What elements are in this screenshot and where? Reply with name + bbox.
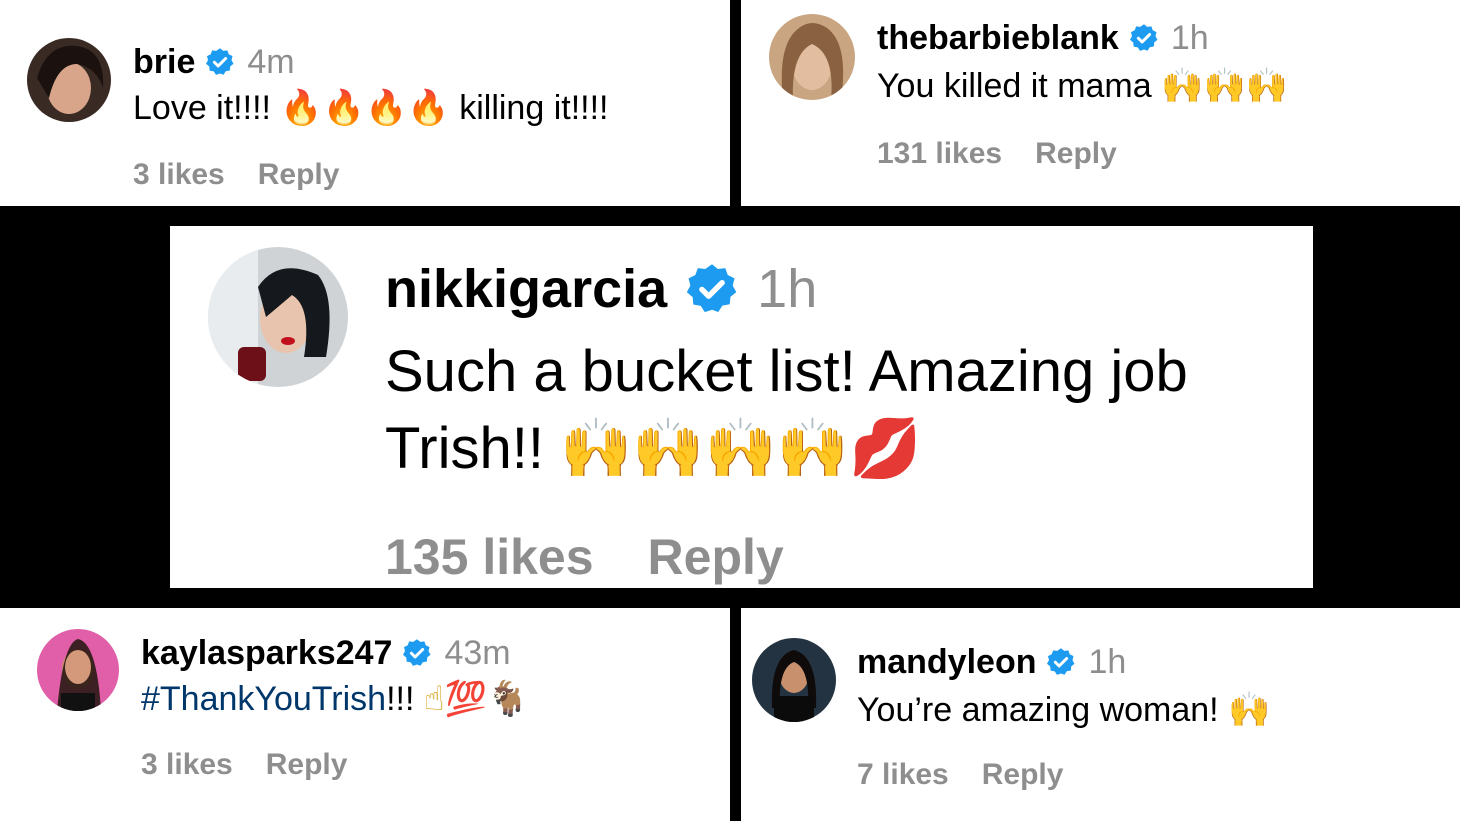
comment-panel-kayla: kaylasparks247 43m #ThankYouTrish!!! ☝💯🐐…: [0, 608, 730, 821]
comment-text-2: killing it!!!!: [459, 89, 609, 127]
raising-hands-emoji-icon: 🙌🙌🙌🙌: [560, 414, 849, 482]
timestamp: 1h: [1170, 18, 1209, 57]
verified-badge-icon: [402, 638, 432, 668]
comment-text: !!!: [386, 680, 415, 718]
verified-badge-icon: [205, 47, 235, 77]
verified-badge-icon: [1046, 647, 1076, 677]
avatar-brie[interactable]: [27, 38, 111, 122]
fire-emoji-icon: 🔥🔥🔥🔥: [280, 88, 450, 128]
likes-count[interactable]: 131 likes: [877, 137, 1002, 171]
comment-panel-barbie: thebarbieblank 1h You killed it mama 🙌🙌🙌…: [741, 0, 1460, 206]
timestamp: 4m: [247, 42, 295, 81]
likes-count[interactable]: 3 likes: [141, 748, 233, 782]
username[interactable]: nikkigarcia: [385, 258, 667, 320]
comment-text: Such a bucket list! Amazing job: [385, 339, 1188, 404]
comment-panel-nikki: nikkigarcia 1h Such a bucket list! Amazi…: [170, 226, 1313, 588]
likes-count[interactable]: 135 likes: [385, 528, 594, 586]
avatar-kayla[interactable]: [37, 629, 119, 711]
comment-panel-mandy: mandyleon 1h You’re amazing woman! 🙌 7 l…: [741, 608, 1460, 821]
reply-button[interactable]: Reply: [266, 748, 348, 782]
comment-text: You killed it mama: [877, 67, 1152, 105]
reply-button[interactable]: Reply: [258, 158, 340, 192]
kiss-mark-emoji-icon: 💋: [848, 414, 922, 482]
reply-button[interactable]: Reply: [648, 528, 784, 586]
username[interactable]: brie: [133, 43, 195, 82]
hashtag-link[interactable]: #ThankYouTrish: [141, 680, 386, 718]
avatar-nikki[interactable]: [208, 247, 348, 387]
raising-hands-emoji-icon: 🙌: [1228, 690, 1271, 730]
pointing-up-hundred-goat-emoji-icon: ☝💯🐐: [423, 679, 530, 719]
timestamp: 43m: [444, 633, 511, 672]
raising-hands-emoji-icon: 🙌🙌🙌: [1161, 66, 1289, 106]
username[interactable]: mandyleon: [857, 643, 1036, 682]
avatar-barbie[interactable]: [769, 14, 855, 100]
username[interactable]: kaylasparks247: [141, 634, 392, 673]
reply-button[interactable]: Reply: [1035, 137, 1117, 171]
likes-count[interactable]: 3 likes: [133, 158, 225, 192]
avatar-mandy[interactable]: [752, 638, 836, 722]
comment-text: You’re amazing woman!: [857, 691, 1219, 729]
username[interactable]: thebarbieblank: [877, 19, 1119, 58]
verified-badge-icon: [685, 262, 739, 316]
verified-badge-icon: [1129, 23, 1159, 53]
reply-button[interactable]: Reply: [982, 758, 1064, 792]
comment-panel-brie: brie 4m Love it!!!! 🔥🔥🔥🔥 killing it!!!! …: [0, 0, 730, 206]
timestamp: 1h: [757, 259, 818, 319]
comment-text: Love it!!!!: [133, 89, 271, 127]
likes-count[interactable]: 7 likes: [857, 758, 949, 792]
comment-text-2: Trish!!: [385, 416, 544, 481]
timestamp: 1h: [1088, 642, 1127, 681]
